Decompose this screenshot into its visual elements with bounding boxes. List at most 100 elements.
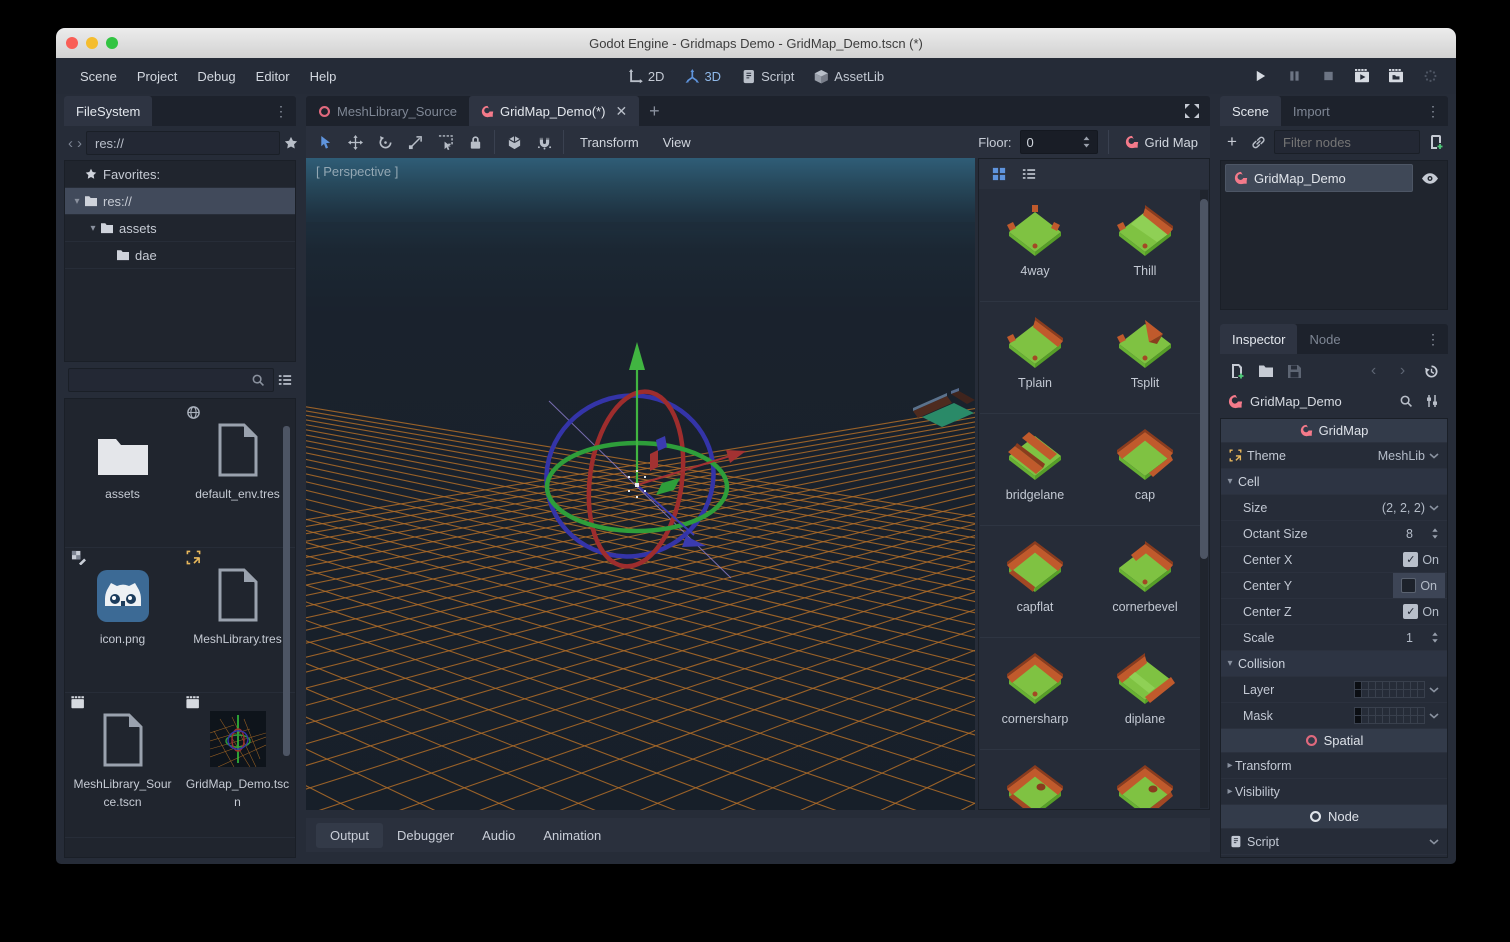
close-tab-icon[interactable]: ✕ — [615, 103, 627, 120]
category-node[interactable]: Node — [1221, 805, 1447, 829]
palette-item-diplane[interactable]: diplane — [1090, 638, 1200, 750]
mode-button-2d[interactable]: 2D — [620, 65, 673, 88]
palette-list-view-button[interactable] — [1021, 166, 1037, 182]
tab-filesystem[interactable]: FileSystem — [64, 96, 152, 126]
checkbox[interactable]: ✓ — [1403, 604, 1418, 619]
inspector-back-button[interactable]: ‹ — [1365, 363, 1382, 380]
tree-item-res-[interactable]: ▾res:// — [65, 188, 295, 215]
property-value[interactable]: 1 — [1406, 631, 1447, 645]
property-value[interactable]: 8 — [1406, 527, 1447, 541]
inspector-scrollbar-thumb[interactable] — [283, 426, 290, 756]
layer-grid[interactable] — [1354, 707, 1425, 724]
list-select-tool-button[interactable] — [432, 129, 458, 155]
property-value[interactable]: On — [1393, 573, 1445, 598]
tab-meshlibrary-source[interactable]: MeshLibrary_Source — [306, 96, 469, 126]
chevron-down-icon[interactable] — [1429, 687, 1439, 693]
menu-scene[interactable]: Scene — [70, 65, 127, 88]
select-tool-button[interactable] — [312, 129, 338, 155]
expand-arrow-icon[interactable]: ▾ — [71, 196, 83, 207]
tab-gridmap-demo[interactable]: GridMap_Demo(*) ✕ — [469, 96, 639, 126]
mode-button-3d[interactable]: 3D — [676, 65, 729, 88]
property-value[interactable]: (2, 2, 2) — [1382, 501, 1447, 515]
expand-arrow-icon[interactable]: ▾ — [87, 223, 99, 234]
palette-item[interactable] — [1090, 750, 1200, 808]
property-value[interactable]: ✓On — [1403, 552, 1447, 567]
path-input[interactable] — [86, 131, 280, 155]
move-tool-button[interactable] — [342, 129, 368, 155]
mode-button-assetlib[interactable]: AssetLib — [806, 65, 892, 88]
history-back-button[interactable]: ‹ — [68, 135, 73, 152]
inspector-forward-button[interactable]: › — [1394, 363, 1411, 380]
instance-scene-button[interactable] — [1248, 132, 1268, 152]
pause-button[interactable] — [1284, 66, 1304, 86]
chevron-down-icon[interactable] — [1429, 453, 1439, 459]
palette-item-bridgelane[interactable]: bridgelane — [980, 414, 1090, 526]
view-menu[interactable]: View — [651, 135, 703, 150]
property-value[interactable]: MeshLib — [1378, 449, 1447, 463]
new-scene-tab-button[interactable]: + — [639, 101, 670, 122]
grid-map-menu-button[interactable]: Grid Map — [1113, 135, 1210, 150]
tab-inspector[interactable]: Inspector — [1220, 324, 1297, 354]
property-value[interactable] — [1425, 839, 1447, 845]
category-gridmap[interactable]: GridMap — [1221, 419, 1447, 443]
history-forward-button[interactable]: › — [77, 135, 82, 152]
section-collision[interactable]: ▾Collision — [1221, 651, 1447, 677]
favorite-toggle-button[interactable] — [284, 131, 298, 155]
property-value[interactable]: ✓On — [1403, 604, 1447, 619]
save-resource-button[interactable] — [1286, 363, 1303, 380]
tab-import[interactable]: Import — [1281, 96, 1342, 126]
chevron-down-icon[interactable] — [1429, 839, 1439, 845]
fold-visibility[interactable]: ▸Visibility — [1221, 779, 1447, 805]
scene-dock-menu-icon[interactable]: ⋮ — [1418, 103, 1448, 120]
load-resource-button[interactable] — [1257, 363, 1274, 380]
inspector-menu-icon[interactable]: ⋮ — [1418, 331, 1448, 348]
close-window-button[interactable] — [66, 37, 78, 49]
palette-item-cornerbevel[interactable]: cornerbevel — [1090, 526, 1200, 638]
local-space-button[interactable] — [501, 129, 527, 155]
file-list-display-mode-button[interactable] — [278, 373, 292, 387]
file-meshlibrary-source-tscn[interactable]: MeshLibrary_Source.tscn — [65, 693, 180, 838]
tree-node-row[interactable]: GridMap_Demo — [1221, 161, 1447, 195]
tab-node[interactable]: Node — [1297, 324, 1352, 354]
tab-scene[interactable]: Scene — [1220, 96, 1281, 126]
palette-thumbnail-view-button[interactable] — [991, 166, 1007, 182]
category-spatial[interactable]: Spatial — [1221, 729, 1447, 753]
new-resource-button[interactable] — [1228, 363, 1245, 380]
search-files-input[interactable] — [68, 368, 274, 392]
fold-transform[interactable]: ▸Transform — [1221, 753, 1447, 779]
update-spinner[interactable] — [1420, 66, 1440, 86]
tree-item-assets[interactable]: ▾assets — [65, 215, 295, 242]
palette-item-Tsplit[interactable]: Tsplit — [1090, 302, 1200, 414]
palette-item-Tplain[interactable]: Tplain — [980, 302, 1090, 414]
distraction-free-icon[interactable] — [1184, 103, 1200, 119]
transform-menu[interactable]: Transform — [568, 135, 651, 150]
minimize-window-button[interactable] — [86, 37, 98, 49]
menu-project[interactable]: Project — [127, 65, 187, 88]
filter-nodes-input[interactable] — [1274, 130, 1420, 154]
object-tools-button[interactable] — [1424, 393, 1440, 409]
visibility-eye-icon[interactable] — [1421, 172, 1439, 185]
file-gridmap-demo-tscn[interactable]: GridMap_Demo.tscn — [180, 693, 295, 838]
spin-updown-icon[interactable] — [1082, 136, 1091, 148]
menu-debug[interactable]: Debug — [187, 65, 245, 88]
bottom-panel-audio[interactable]: Audio — [468, 823, 529, 848]
play-custom-scene-button[interactable] — [1386, 66, 1406, 86]
property-value[interactable] — [1354, 707, 1447, 724]
add-node-button[interactable]: + — [1222, 132, 1242, 152]
viewport-3d[interactable]: [ Perspective ] — [306, 158, 975, 810]
file-icon-png[interactable]: icon.png — [65, 548, 180, 693]
tree-item-favorites-[interactable]: Favorites: — [65, 161, 295, 188]
palette-item-Thill[interactable]: Thill — [1090, 190, 1200, 302]
section-cell[interactable]: ▾Cell — [1221, 469, 1447, 495]
spin-updown-icon[interactable] — [1431, 528, 1439, 539]
property-search-button[interactable] — [1398, 393, 1414, 409]
play-scene-button[interactable] — [1352, 66, 1372, 86]
mode-button-script[interactable]: Script — [733, 65, 802, 88]
filesystem-menu-icon[interactable]: ⋮ — [266, 103, 296, 120]
palette-item[interactable] — [980, 750, 1090, 808]
tree-item-dae[interactable]: dae — [65, 242, 295, 269]
menu-help[interactable]: Help — [300, 65, 347, 88]
file-default-env-tres[interactable]: default_env.tres — [180, 403, 295, 548]
snap-toggle-button[interactable] — [531, 129, 557, 155]
property-value[interactable] — [1354, 681, 1447, 698]
